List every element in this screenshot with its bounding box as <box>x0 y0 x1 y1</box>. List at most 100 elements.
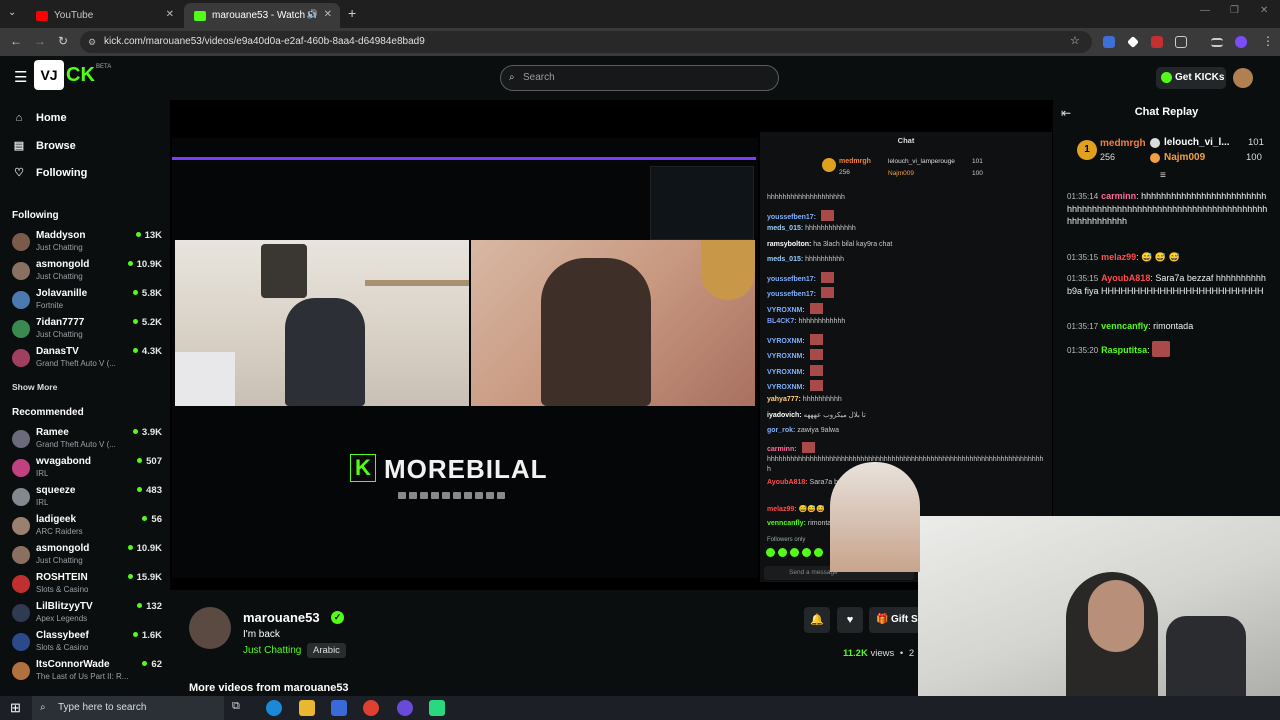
avatar <box>12 517 30 535</box>
following-channel[interactable]: DanasTV Grand Theft Auto V (... 4.3K <box>12 346 162 374</box>
message-user[interactable]: carminn <box>1101 191 1136 201</box>
browser-toolbar: ← → ↻ ⚙ kick.com/marouane53/videos/e9a40… <box>0 28 1280 56</box>
hamburger-menu-icon[interactable]: ☰ <box>14 68 27 86</box>
extension-icon[interactable] <box>1151 36 1163 48</box>
message-user[interactable]: venncanfly <box>1101 321 1148 331</box>
media-control-icon[interactable] <box>1211 38 1223 47</box>
store-icon[interactable] <box>331 700 347 716</box>
show-more-link[interactable]: Show More <box>12 382 57 392</box>
following-channel[interactable]: asmongold Just Chatting 10.9K <box>12 259 162 287</box>
nav-label: Browse <box>36 139 76 152</box>
sidebar-item-home[interactable]: ⌂ Home <box>12 112 67 124</box>
message-user[interactable]: melaz99 <box>1101 252 1136 262</box>
url-text: kick.com/marouane53/videos/e9a40d0a-e2af… <box>104 36 425 47</box>
task-view-icon[interactable]: ⧉ <box>232 700 248 716</box>
get-kicks-button[interactable]: Get KICKs <box>1156 67 1226 89</box>
new-tab-icon[interactable]: + <box>348 5 356 21</box>
emote-icon <box>820 271 834 283</box>
recommended-channel[interactable]: ItsConnorWade The Last of Us Part II: R.… <box>12 659 162 687</box>
message-user[interactable]: Rasputitsa <box>1101 345 1147 355</box>
chrome-icon[interactable] <box>363 700 379 716</box>
following-channel[interactable]: 7idan7777 Just Chatting 5.2K <box>12 317 162 345</box>
channel-name[interactable]: marouane53 <box>243 610 320 625</box>
embedded-chat-message: meds_015: hhhhhhhhhhhhh <box>767 225 856 232</box>
close-tab-icon[interactable]: ✕ <box>324 9 332 20</box>
search-placeholder: Search <box>523 72 555 83</box>
recommended-channel[interactable]: Classybeef Slots & Casino 1.6K <box>12 630 162 658</box>
minimize-icon[interactable]: — <box>1200 5 1210 16</box>
taskbar-search-input[interactable]: ⌕ Type here to search <box>32 696 224 720</box>
address-bar[interactable]: ⚙ kick.com/marouane53/videos/e9a40d0a-e2… <box>80 31 1092 53</box>
tab-kick[interactable]: marouane53 - Watch the V 🔊 ✕ <box>184 3 340 28</box>
sidebar: ⌂ Home ▤ Browse ♡ Following Following Ma… <box>0 100 170 696</box>
top-gifter-3[interactable]: Najm009 <box>1164 152 1205 163</box>
user-avatar[interactable] <box>1233 68 1253 88</box>
bookmark-star-icon[interactable]: ☆ <box>1070 34 1080 47</box>
tab-title: marouane53 - Watch the V <box>212 10 316 21</box>
category-link[interactable]: Just Chatting <box>243 645 301 656</box>
browse-icon: ▤ <box>13 140 25 152</box>
gift-sub-button[interactable]: 🎁 Gift S <box>869 607 919 633</box>
message-user: yahya777: <box>767 395 801 403</box>
speaker-icon[interactable]: 🔊 <box>307 9 318 20</box>
tab-list-icon[interactable]: ⌄ <box>8 7 16 18</box>
channel-name: asmongold <box>36 259 90 270</box>
overlay-icon <box>486 492 494 499</box>
profile-avatar-icon[interactable] <box>1235 36 1247 48</box>
recommended-channel[interactable]: squeeze IRL 483 <box>12 485 162 513</box>
channel-category: Apex Legends <box>36 614 88 623</box>
message-user[interactable]: AyoubA818 <box>1101 273 1150 283</box>
tab-youtube[interactable]: YouTube ✕ <box>26 3 182 28</box>
recommended-channel[interactable]: Ramee Grand Theft Auto V (... 3.9K <box>12 427 162 455</box>
youtube-favicon-icon <box>36 10 48 21</box>
message-text: hhhhhhhhhh <box>803 256 845 263</box>
recommended-channel[interactable]: ladigeek ARC Raiders 56 <box>12 514 162 542</box>
message-text: hhhhhhhhhhhhh <box>803 225 856 232</box>
file-explorer-icon[interactable] <box>299 700 315 716</box>
follow-button[interactable]: ♥ <box>837 607 863 633</box>
avatar <box>12 633 30 651</box>
kick-logo[interactable]: VJ CK BETA <box>34 60 111 92</box>
following-channel[interactable]: Jolavanille Fortnite 5.8K <box>12 288 162 316</box>
recommended-channel[interactable]: asmongold Just Chatting 10.9K <box>12 543 162 571</box>
app-icon[interactable] <box>429 700 445 716</box>
search-placeholder: Type here to search <box>58 702 147 713</box>
close-window-icon[interactable]: ✕ <box>1260 5 1268 16</box>
more-videos-heading: More videos from marouane53 <box>189 682 349 694</box>
recommended-channel[interactable]: LilBlitzyyTV Apex Legends 132 <box>12 601 162 629</box>
windows-start-icon[interactable]: ⊞ <box>10 700 21 716</box>
extensions-puzzle-icon[interactable] <box>1175 36 1187 48</box>
site-header: ☰ VJ CK BETA ⌕ Search Get KICKs <box>0 56 1280 100</box>
browser-menu-icon[interactable]: ⋮ <box>1262 34 1274 48</box>
top-gifter-3: Najm009 <box>888 170 915 177</box>
notification-bell-button[interactable]: 🔔 <box>804 607 830 633</box>
site-info-icon[interactable]: ⚙ <box>88 31 96 53</box>
search-icon: ⌕ <box>509 72 515 83</box>
channel-avatar[interactable] <box>189 607 231 649</box>
language-tag[interactable]: Arabic <box>307 643 346 658</box>
back-icon[interactable]: ← <box>10 34 22 48</box>
recommended-channel[interactable]: wvagabond IRL 507 <box>12 456 162 484</box>
sidebar-item-browse[interactable]: ▤ Browse <box>12 139 76 153</box>
top-gifter-2[interactable]: lelouch_vi_l... <box>1164 137 1230 148</box>
top-gifter-1: medmrgh <box>839 158 871 165</box>
emote-icon <box>809 333 823 345</box>
forward-icon[interactable]: → <box>34 34 46 48</box>
sidebar-item-following[interactable]: ♡ Following <box>12 166 87 180</box>
search-input[interactable]: ⌕ Search <box>500 65 779 91</box>
expand-leaderboard-icon[interactable]: ≡ <box>1160 170 1166 181</box>
message-text <box>805 353 807 360</box>
reload-icon[interactable]: ↻ <box>58 34 68 48</box>
maximize-icon[interactable]: ❐ <box>1230 5 1239 16</box>
emote-row <box>766 548 823 557</box>
close-tab-icon[interactable]: ✕ <box>166 9 174 20</box>
translate-extension-icon[interactable] <box>1103 36 1115 48</box>
following-channel[interactable]: Maddyson Just Chatting 13K <box>12 230 162 258</box>
top-gifter-1[interactable]: medmrgh <box>1100 138 1146 149</box>
recommended-channel[interactable]: ROSHTEIN Slots & Casino 15.9K <box>12 572 162 600</box>
embedded-chat-message: gor_rok: zawiya 9alwa <box>767 427 839 434</box>
gift-label: Gift S <box>891 614 918 625</box>
discord-icon[interactable] <box>397 700 413 716</box>
extension-icon[interactable] <box>1127 36 1139 48</box>
edge-icon[interactable] <box>266 700 282 716</box>
